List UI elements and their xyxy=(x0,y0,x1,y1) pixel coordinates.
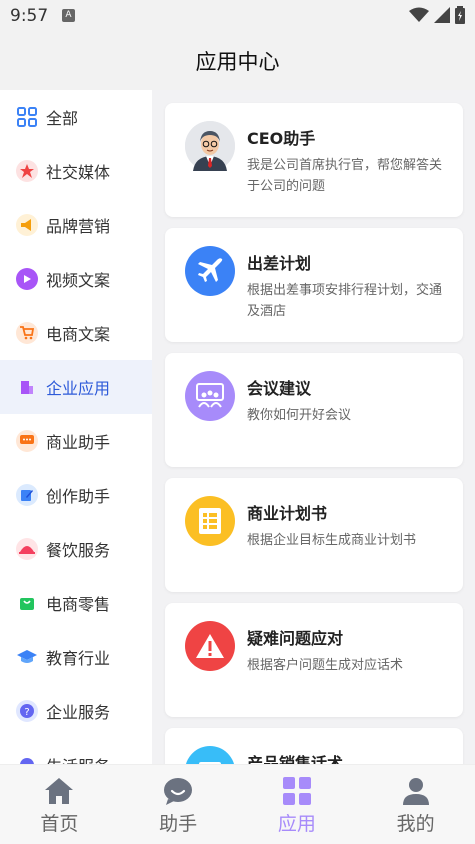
svg-text:?: ? xyxy=(24,707,29,718)
graduation-icon xyxy=(16,646,38,668)
question-icon: ? xyxy=(16,700,38,722)
grid-icon xyxy=(16,106,38,128)
sidebar-item-label: 电商零售 xyxy=(46,595,111,614)
app-card-business-plan[interactable]: 商业计划书 根据企业目标生成商业计划书 xyxy=(165,478,463,592)
sidebar-item-label: 企业应用 xyxy=(46,379,111,398)
tab-label: 应用 xyxy=(277,813,316,835)
card-title: CEO助手 xyxy=(247,129,316,148)
sidebar-item-label: 企业服务 xyxy=(46,703,111,722)
sidebar-item-education[interactable]: 教育行业 xyxy=(0,630,152,684)
card-title: 疑难问题应对 xyxy=(247,629,344,648)
card-description: 根据客户问题生成对应话术 xyxy=(247,658,404,673)
battery-icon xyxy=(455,6,465,24)
app-card-meeting-advice[interactable]: 会议建议 教你如何开好会议 xyxy=(165,353,463,467)
meeting-icon xyxy=(185,371,235,421)
tab-label: 首页 xyxy=(40,813,79,835)
sidebar-item-label: 全部 xyxy=(46,109,79,128)
status-bar: 9:57 A xyxy=(0,0,475,32)
sidebar-item-label: 商业助手 xyxy=(46,433,111,452)
sidebar-item-label: 生活服务 xyxy=(46,753,110,764)
sidebar-item-label: 视频文案 xyxy=(46,271,111,290)
sidebar-item-label: 餐饮服务 xyxy=(46,541,111,560)
card-description: 根据企业目标生成商业计划书 xyxy=(247,533,417,548)
profile-icon xyxy=(402,778,429,805)
apps-icon xyxy=(282,777,311,805)
card-description: 我是公司首席执行官，帮您解答关于公司的问题 xyxy=(247,158,443,194)
tab-label: 助手 xyxy=(159,813,198,835)
bottom-tab-bar: 首页 助手 应用 我的 xyxy=(0,764,475,844)
sidebar-item-label: 社交媒体 xyxy=(46,163,111,182)
cart-icon xyxy=(16,322,38,344)
card-description: 教你如何开好会议 xyxy=(247,408,352,423)
category-sidebar[interactable]: 全部 社交媒体 品牌营销 视频文案 电商文案 企业应用 商业助手 创作助手 餐饮… xyxy=(0,90,152,764)
assistant-icon xyxy=(164,778,193,805)
chat-icon xyxy=(16,430,38,452)
document-icon xyxy=(185,496,235,546)
card-title: 会议建议 xyxy=(247,379,312,398)
ceo-avatar-icon xyxy=(185,121,235,171)
sidebar-item-label: 品牌营销 xyxy=(46,217,111,236)
sidebar-item-brand-marketing[interactable]: 品牌营销 xyxy=(0,198,152,252)
sidebar-item-enterprise-apps[interactable]: 企业应用 xyxy=(0,360,152,414)
sidebar-item-ecommerce-retail[interactable]: 电商零售 xyxy=(0,576,152,630)
warning-icon xyxy=(185,621,235,671)
sidebar-item-video-copy[interactable]: 视频文案 xyxy=(0,252,152,306)
sidebar-item-label: 创作助手 xyxy=(46,487,111,506)
app-card-ceo-assistant[interactable]: CEO助手 我是公司首席执行官，帮您解答关于公司的问题 xyxy=(165,103,463,217)
edit-icon xyxy=(16,484,38,506)
sidebar-item-catering[interactable]: 餐饮服务 xyxy=(0,522,152,576)
sidebar-item-business-assistant[interactable]: 商业助手 xyxy=(0,414,152,468)
sidebar-item-label: 教育行业 xyxy=(46,649,111,668)
sidebar-item-enterprise-services[interactable]: ? 企业服务 xyxy=(0,684,152,738)
card-title: 商业计划书 xyxy=(247,504,328,523)
building-icon xyxy=(16,376,38,398)
app-list[interactable]: CEO助手 我是公司首席执行官，帮您解答关于公司的问题 出差计划 根据出差事项安… xyxy=(152,90,475,764)
sidebar-item-ecommerce-copy[interactable]: 电商文案 xyxy=(0,306,152,360)
card-title: 产品销售话术 xyxy=(247,754,344,764)
card-title: 出差计划 xyxy=(247,254,312,273)
tab-profile[interactable]: 我的 xyxy=(356,765,475,844)
tab-assistant[interactable]: 助手 xyxy=(119,765,238,844)
life-icon xyxy=(16,754,38,764)
tab-home[interactable]: 首页 xyxy=(0,765,119,844)
status-time: 9:57 xyxy=(10,6,49,26)
sidebar-item-social-media[interactable]: 社交媒体 xyxy=(0,144,152,198)
signal-icon xyxy=(434,7,450,23)
status-notification-icon: A xyxy=(62,9,75,22)
bag-icon xyxy=(16,592,38,614)
app-card-sales-script[interactable]: 产品销售话术 xyxy=(165,728,463,764)
page-title: 应用中心 xyxy=(195,50,280,74)
sidebar-item-all[interactable]: 全部 xyxy=(0,90,152,144)
card-description: 根据出差事项安排行程计划，交通及酒店 xyxy=(247,283,443,319)
dish-icon xyxy=(16,538,38,560)
airplane-icon xyxy=(185,246,235,296)
megaphone-icon xyxy=(16,214,38,236)
sidebar-item-life-services[interactable]: 生活服务 xyxy=(0,738,152,764)
tab-label: 我的 xyxy=(396,813,435,835)
sidebar-item-creation-assistant[interactable]: 创作助手 xyxy=(0,468,152,522)
sales-icon xyxy=(185,746,235,764)
star-icon xyxy=(16,160,38,182)
home-icon xyxy=(45,778,74,804)
tab-apps[interactable]: 应用 xyxy=(238,765,357,844)
app-card-business-trip[interactable]: 出差计划 根据出差事项安排行程计划，交通及酒店 xyxy=(165,228,463,342)
app-card-difficult-problems[interactable]: 疑难问题应对 根据客户问题生成对应话术 xyxy=(165,603,463,717)
play-icon xyxy=(16,268,38,290)
status-icons xyxy=(409,6,465,24)
sidebar-item-label: 电商文案 xyxy=(46,325,111,344)
wifi-icon xyxy=(409,7,429,22)
title-bar: 应用中心 xyxy=(0,32,475,90)
